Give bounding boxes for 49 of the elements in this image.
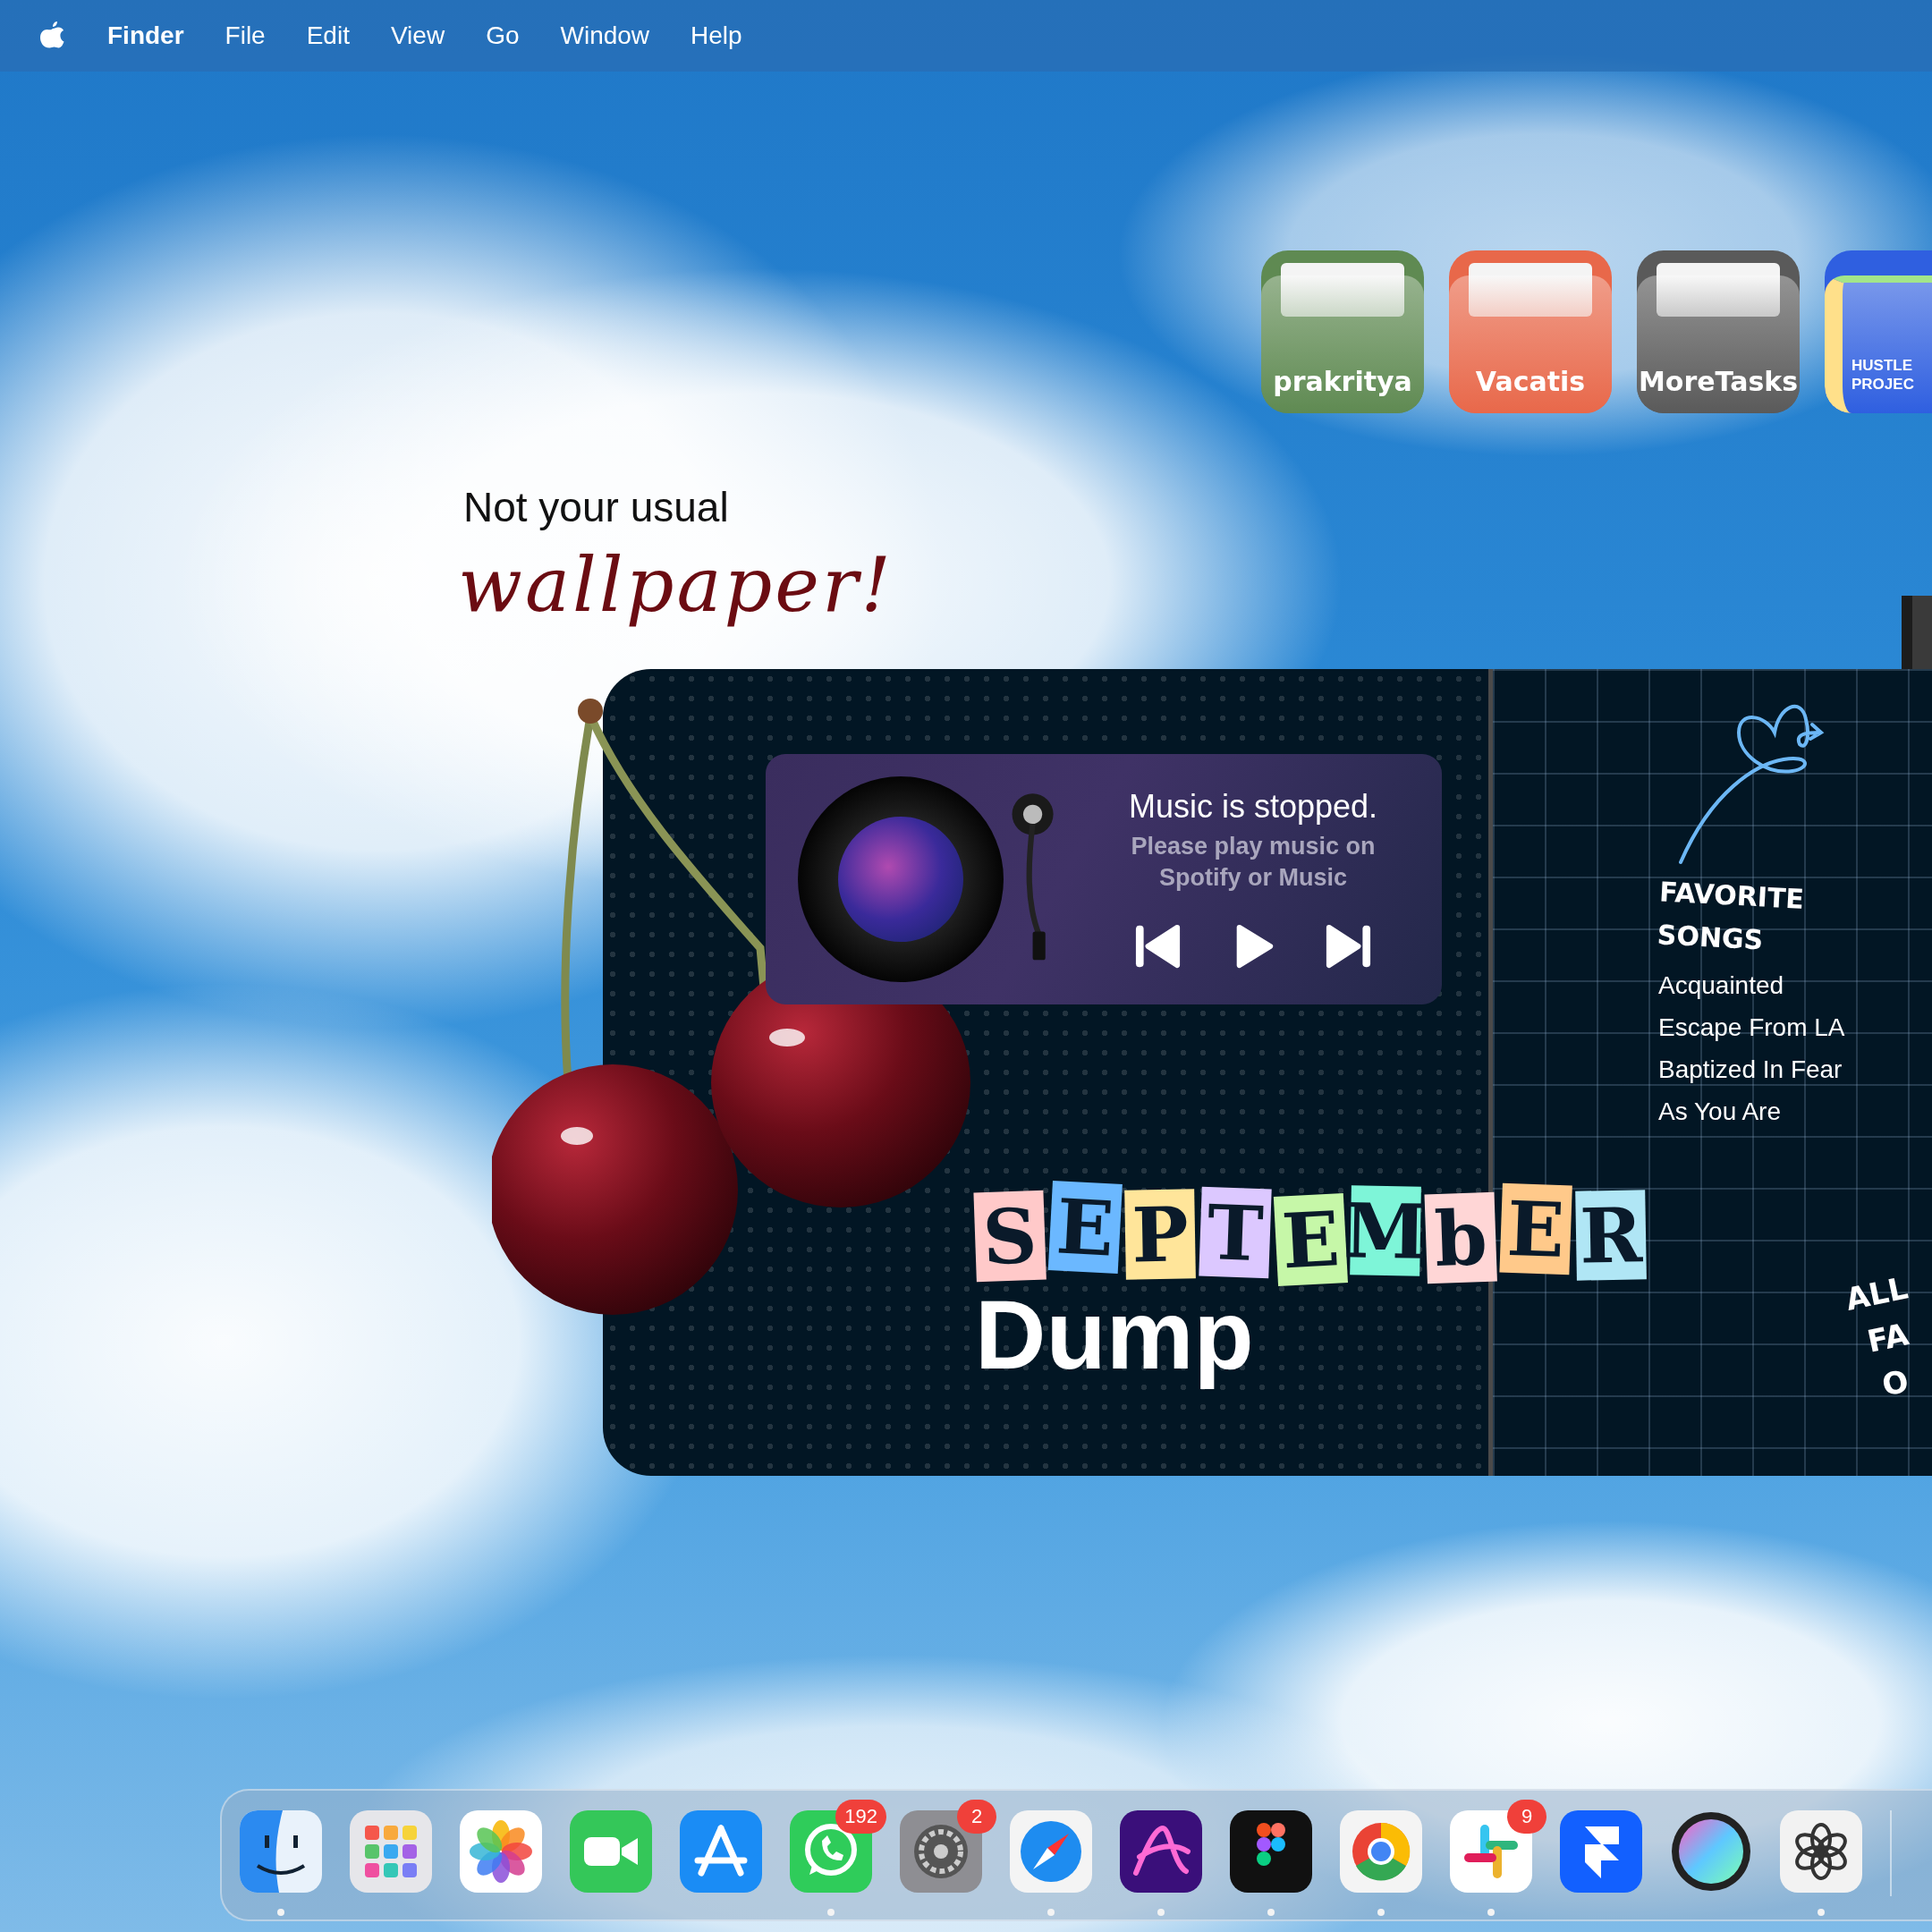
notification-count: 192: [835, 1800, 886, 1834]
folder-label: MoreTasks: [1637, 366, 1800, 397]
menu-item[interactable]: Window: [560, 21, 650, 50]
song-title: As You Are: [1658, 1097, 1782, 1127]
folder-icon[interactable]: MoreTasks: [1637, 250, 1800, 413]
folder-icon[interactable]: HUSTLE PROJEC: [1825, 250, 1932, 413]
songs-heading: FAVORITE SONGS: [1656, 875, 1806, 958]
side-note: O: [1877, 1361, 1913, 1405]
folder-icon[interactable]: Vacatis: [1449, 250, 1612, 413]
letter-tile: R: [1575, 1190, 1647, 1281]
compass-icon[interactable]: [1010, 1810, 1092, 1893]
letter-tile: P: [1124, 1189, 1196, 1280]
folder-label: HUSTLE PROJEC: [1852, 357, 1915, 394]
notification-count: 2: [957, 1800, 996, 1834]
app-grid-icon[interactable]: [350, 1810, 432, 1893]
menu-item[interactable]: Edit: [306, 21, 350, 50]
folder-icon[interactable]: prakritya: [1261, 250, 1424, 413]
player-hint: Please play music on Spotify or Music: [1130, 831, 1377, 893]
letter-tile: b: [1424, 1191, 1497, 1284]
letter-tile: E: [1047, 1181, 1123, 1274]
song-title: Baptized In Fear: [1658, 1055, 1843, 1085]
letter-tile: E: [1499, 1182, 1572, 1275]
letter-a-icon[interactable]: [680, 1810, 762, 1893]
player-status: Music is stopped.: [1128, 787, 1378, 826]
smiling-face-icon[interactable]: [240, 1810, 322, 1893]
gradient-orb-icon[interactable]: [1670, 1810, 1752, 1893]
letter-tile: E: [1273, 1193, 1348, 1286]
menu-item[interactable]: File: [225, 21, 266, 50]
hash-icon[interactable]: [1450, 1810, 1532, 1893]
flower-icon[interactable]: [460, 1810, 542, 1893]
letter-tile: T: [1199, 1186, 1272, 1279]
letter-tile: S: [973, 1190, 1046, 1283]
knot-icon[interactable]: [1780, 1810, 1862, 1893]
tagline: Not your usual: [463, 483, 729, 531]
settings-icon[interactable]: [900, 1810, 982, 1893]
menu-item[interactable]: Go: [486, 21, 520, 50]
folder-label: Vacatis: [1474, 366, 1587, 397]
scribble-icon[interactable]: [1120, 1810, 1202, 1893]
song-title: Acquainted: [1658, 970, 1785, 1001]
shapes-icon[interactable]: [1230, 1810, 1312, 1893]
app-name-menu[interactable]: Finder: [107, 21, 184, 50]
song-title: Escape From LA: [1658, 1013, 1845, 1043]
arrow-f-icon[interactable]: [1560, 1810, 1642, 1893]
menu-item[interactable]: View: [390, 21, 445, 50]
notification-count: 9: [1507, 1800, 1546, 1834]
menu-item[interactable]: Help: [691, 21, 742, 50]
script-tagline: wallpaper!: [458, 541, 894, 629]
folder-label: prakritya: [1272, 366, 1413, 397]
ring-icon[interactable]: [1340, 1810, 1422, 1893]
